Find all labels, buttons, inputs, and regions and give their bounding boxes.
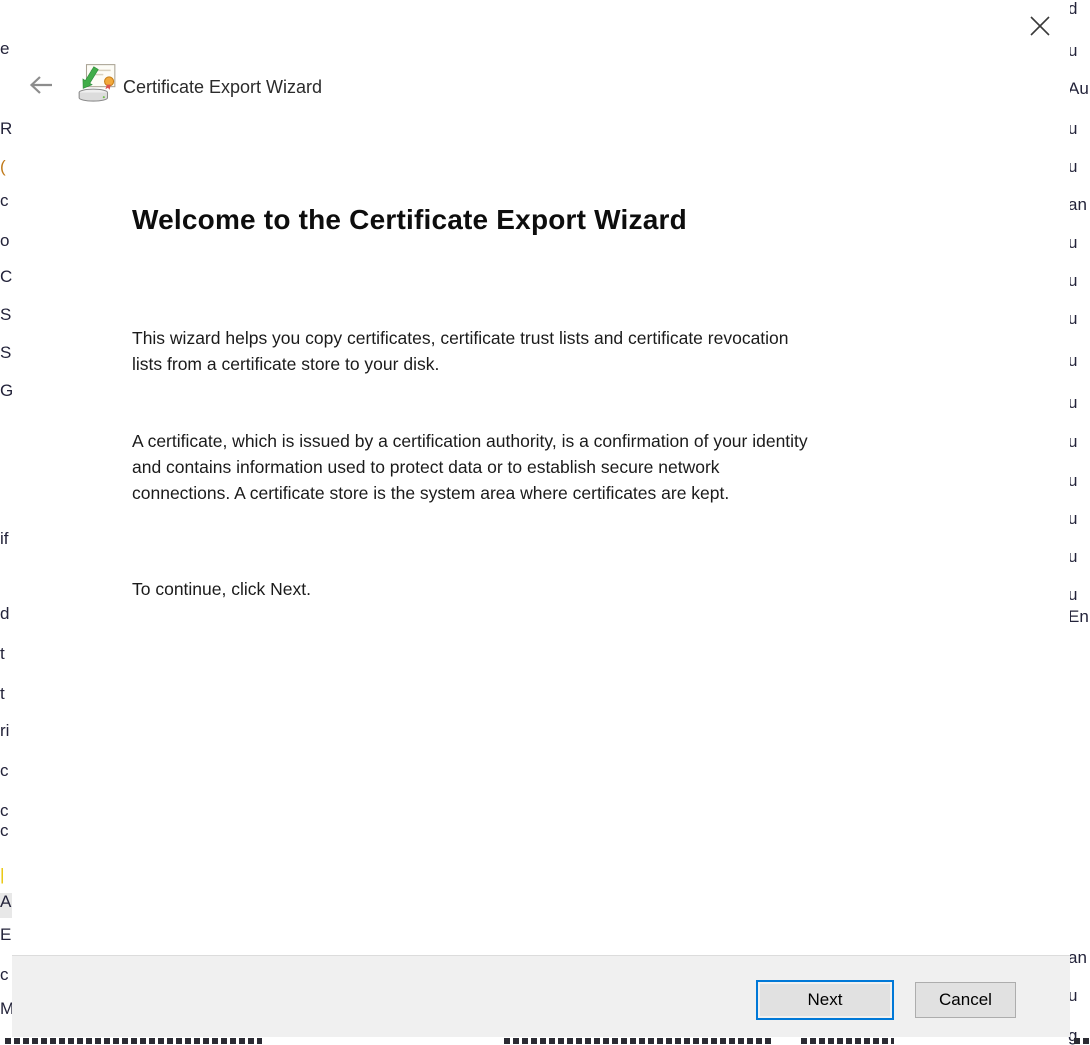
background-text-fragment: d <box>0 604 10 623</box>
background-text-fragment: u <box>1068 310 1078 328</box>
background-clipped-text-row <box>801 1038 894 1044</box>
background-text-fragment: t <box>0 684 5 703</box>
dialog-title: Certificate Export Wizard <box>123 77 323 97</box>
close-icon <box>1030 16 1050 36</box>
background-text-fragment: c <box>0 801 9 820</box>
background-text-fragment: u <box>1068 234 1078 252</box>
background-text-fragment: an <box>1068 949 1087 967</box>
description-paragraph: A certificate, which is issued by a cert… <box>132 431 808 503</box>
background-text-fragment: d <box>1068 0 1078 18</box>
background-text-fragment: u <box>1068 586 1078 604</box>
background-text-fragment: u <box>1068 394 1078 412</box>
background-clipped-text-row <box>5 1038 262 1044</box>
background-text-fragment: u <box>1068 433 1078 451</box>
background-text-fragment: u <box>1068 158 1078 176</box>
background-clipped-text-row <box>504 1038 774 1044</box>
close-button[interactable] <box>1020 8 1060 44</box>
cancel-button[interactable]: Cancel <box>915 982 1016 1018</box>
background-text-fragment: u <box>1068 510 1078 528</box>
back-arrow-icon <box>29 76 52 94</box>
back-button[interactable] <box>24 70 58 100</box>
background-text-fragment: | <box>0 865 5 884</box>
background-text-fragment: u <box>1068 548 1078 566</box>
background-text-fragment: an <box>1068 196 1087 214</box>
certificate-export-icon <box>78 64 116 102</box>
background-text-fragment: t <box>0 644 5 663</box>
background-text-fragment: R <box>0 119 13 138</box>
intro-paragraph: This wizard helps you copy certificates,… <box>132 328 789 374</box>
background-text-fragment: c <box>0 191 9 210</box>
background-text-fragment: o <box>0 231 10 250</box>
background-text-fragment: C <box>0 267 13 286</box>
background-text-fragment: e <box>0 39 10 58</box>
background-text-fragment: u <box>1068 120 1078 138</box>
background-text-fragment: if <box>0 529 9 548</box>
welcome-heading: Welcome to the Certificate Export Wizard <box>132 204 687 235</box>
background-text-fragment: ( <box>0 157 6 176</box>
background-text-fragment: u <box>1068 987 1078 1005</box>
background-text-fragment: Au <box>1068 80 1089 98</box>
background-text-fragment: ri <box>0 721 10 740</box>
next-button[interactable]: Next <box>756 980 894 1020</box>
background-clipped-text-row <box>1074 1038 1090 1044</box>
background-text-fragment: c <box>0 965 9 984</box>
background-text-fragment: c <box>0 761 9 780</box>
background-text-fragment: E <box>0 925 12 944</box>
background-text-fragment: c <box>0 821 9 840</box>
background-text-fragment: En <box>1068 608 1089 626</box>
background-text-fragment: u <box>1068 272 1078 290</box>
screen: { "wizard": { "title": "Certificate Expo… <box>0 0 1090 1045</box>
continue-instruction: To continue, click Next. <box>132 579 311 599</box>
background-selected-row-edge <box>0 893 12 918</box>
background-text-fragment: u <box>1068 42 1078 60</box>
certificate-export-wizard-dialog: Certificate Export Wizard Welcome to the… <box>12 0 1070 1037</box>
background-text-fragment: u <box>1068 352 1078 370</box>
dialog-footer: Next Cancel <box>12 955 1070 1037</box>
background-text-fragment: u <box>1068 472 1078 490</box>
